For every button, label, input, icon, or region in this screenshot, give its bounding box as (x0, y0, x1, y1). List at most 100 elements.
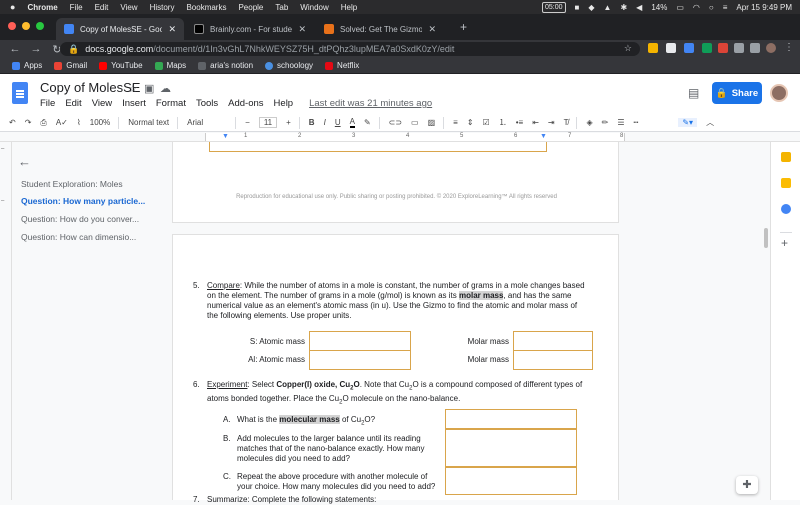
media-icon[interactable] (750, 43, 760, 53)
border-dash-icon[interactable]: ┅ (634, 118, 639, 127)
forward-icon[interactable]: → (30, 43, 42, 55)
print-icon[interactable]: ⎙ (40, 118, 46, 128)
fill-color-icon[interactable]: ◈ (586, 118, 592, 127)
battery-percent[interactable]: 14% (651, 3, 667, 12)
menu-edit[interactable]: Edit (95, 3, 109, 12)
menu-help[interactable]: Help (341, 3, 357, 12)
bookmark-netflix[interactable]: Netflix (325, 61, 359, 70)
extension-icon[interactable] (666, 43, 676, 53)
left-indent-marker-icon[interactable]: ▼ (222, 133, 229, 140)
close-window-icon[interactable] (8, 22, 16, 30)
tab-chegg[interactable]: Solved: Get The Gizmo Ready ✕ (316, 18, 444, 40)
close-tab-icon[interactable]: ✕ (298, 24, 306, 35)
increase-font-icon[interactable]: + (286, 118, 291, 127)
italic-icon[interactable]: I (324, 118, 326, 127)
battery-icon[interactable]: ▭ (676, 3, 684, 12)
keep-icon[interactable] (781, 178, 791, 188)
docs-menu-view[interactable]: View (92, 98, 112, 109)
molecular-mass-field[interactable] (445, 409, 577, 429)
cloud-status-icon[interactable]: ☁ (160, 82, 171, 95)
calendar-icon[interactable] (781, 152, 791, 162)
bold-icon[interactable]: B (309, 118, 315, 127)
scrollbar[interactable] (764, 228, 768, 248)
camera-icon[interactable]: ■ (575, 3, 580, 12)
menu-file[interactable]: File (70, 3, 83, 12)
menu-kebab-icon[interactable]: ⋮ (784, 42, 794, 53)
bookmark-notion[interactable]: aria's notion (198, 61, 253, 70)
undo-icon[interactable]: ↶ (9, 118, 16, 127)
last-edit-link[interactable]: Last edit was 21 minutes ago (309, 98, 432, 109)
apple-icon[interactable]: ● (10, 2, 15, 12)
answer-box[interactable] (209, 142, 547, 152)
menu-people[interactable]: People (238, 3, 263, 12)
docs-menu-file[interactable]: File (40, 98, 55, 109)
maximize-window-icon[interactable] (36, 22, 44, 30)
editing-mode-icon[interactable]: ✎▾ (678, 118, 698, 127)
star-icon[interactable]: ☆ (128, 82, 138, 95)
minimize-window-icon[interactable] (22, 22, 30, 30)
right-indent-marker-icon[interactable]: ▼ (540, 133, 547, 140)
outline-item[interactable]: Question: How do you conver... (21, 214, 139, 224)
horizontal-ruler[interactable]: 1 2 3 4 5 6 7 8 ▼ ▼ (0, 132, 800, 142)
bluetooth-icon[interactable]: ✱ (620, 3, 627, 12)
close-tab-icon[interactable]: ✕ (428, 24, 436, 35)
increase-indent-icon[interactable]: ⇥ (548, 118, 555, 127)
docs-menu-addons[interactable]: Add-ons (228, 98, 263, 109)
link-icon[interactable]: ⊂⊃ (389, 118, 402, 127)
docs-menu-tools[interactable]: Tools (196, 98, 218, 109)
menu-history[interactable]: History (150, 3, 175, 12)
al-atomic-mass-field[interactable] (309, 350, 411, 370)
bookmark-maps[interactable]: Maps (154, 61, 186, 70)
menu-app-name[interactable]: Chrome (27, 3, 57, 12)
vertical-ruler[interactable]: – – (0, 142, 12, 500)
docs-menu-insert[interactable]: Insert (122, 98, 146, 109)
bulleted-list-icon[interactable]: •≡ (516, 118, 523, 127)
close-tab-icon[interactable]: ✕ (168, 24, 176, 35)
comment-icon[interactable]: ▭ (411, 118, 419, 127)
redo-icon[interactable]: ↷ (25, 118, 32, 127)
back-icon[interactable]: ← (9, 43, 21, 55)
google-docs-logo-icon[interactable] (12, 82, 28, 104)
zoom-select[interactable]: 100% (90, 118, 110, 127)
close-outline-icon[interactable]: ← (18, 154, 31, 169)
share-button[interactable]: 🔒 Share (712, 82, 762, 104)
docs-menu-format[interactable]: Format (156, 98, 186, 109)
other-molecule-count-field[interactable] (445, 467, 577, 495)
border-width-icon[interactable]: ☰ (617, 118, 624, 127)
avatar[interactable] (770, 84, 788, 102)
molecules-count-field[interactable] (445, 429, 577, 467)
control-center-icon[interactable]: ≡ (723, 3, 728, 12)
decrease-indent-icon[interactable]: ⇤ (532, 118, 539, 127)
menu-bookmarks[interactable]: Bookmarks (186, 3, 226, 12)
tasks-icon[interactable] (781, 204, 791, 214)
font-size-input[interactable]: 11 (258, 117, 278, 128)
collapse-menus-icon[interactable]: ︿ (706, 117, 714, 128)
extension-icon[interactable] (718, 43, 728, 53)
add-addon-icon[interactable]: + (781, 236, 788, 250)
timer-box[interactable]: 05:00 (542, 1, 566, 13)
puzzle-icon[interactable] (734, 43, 744, 53)
move-folder-icon[interactable]: ▣ (144, 82, 154, 95)
style-select[interactable]: Normal text (128, 118, 169, 127)
document-title[interactable]: Copy of MolesSE (40, 80, 140, 95)
omnibox[interactable]: 🔒 docs.google.com/document/d/1In3vGhL7Nh… (60, 42, 640, 56)
menu-view[interactable]: View (120, 3, 137, 12)
paint-format-icon[interactable]: ⌇ (77, 118, 81, 127)
align-icon[interactable]: ≡ (453, 118, 458, 127)
menu-window[interactable]: Window (300, 3, 328, 12)
wifi-icon[interactable]: ◠ (693, 3, 700, 12)
numbered-list-icon[interactable]: ⒈ (499, 117, 507, 128)
image-icon[interactable]: ▨ (428, 118, 436, 127)
extension-icon[interactable] (702, 43, 712, 53)
bookmark-youtube[interactable]: YouTube (99, 61, 143, 70)
clock[interactable]: Apr 15 9:49 PM (736, 3, 792, 12)
outline-item-active[interactable]: Question: How many particle... (21, 196, 145, 206)
bookmark-schoology[interactable]: schoology (265, 61, 313, 70)
document-page[interactable]: Reproduction for educational use only. P… (172, 142, 619, 223)
extension-icon[interactable] (648, 43, 658, 53)
spellcheck-icon[interactable]: A✓ (56, 118, 68, 127)
docs-menu-help[interactable]: Help (274, 98, 294, 109)
decrease-font-icon[interactable]: − (245, 118, 250, 127)
border-color-icon[interactable]: ✏ (602, 118, 609, 127)
shield-icon[interactable]: ▲ (604, 3, 612, 12)
